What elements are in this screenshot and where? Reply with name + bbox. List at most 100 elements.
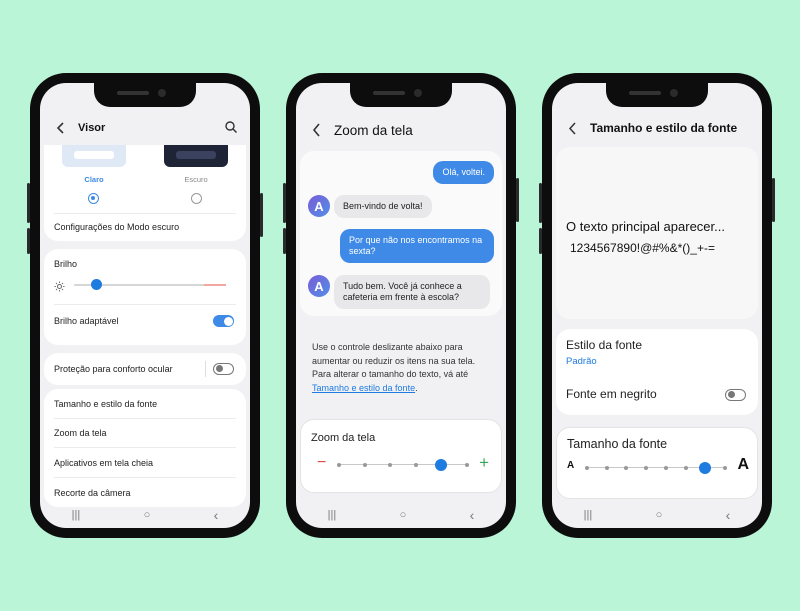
screen: Tamanho e estilo da fonte O texto princi… (552, 83, 762, 528)
back-arrow-icon[interactable] (52, 119, 70, 137)
adaptive-brightness-item[interactable]: Brilho adaptável (54, 311, 236, 331)
eye-comfort-card: Proteção para conforto ocular (44, 353, 246, 385)
eye-comfort-toggle[interactable] (213, 363, 234, 375)
back-icon[interactable]: ‹ (214, 507, 219, 523)
slider-step-dot (604, 465, 609, 470)
slider-step-dot (585, 465, 589, 470)
slider-step-dot (413, 462, 418, 467)
adaptive-brightness-toggle[interactable] (213, 315, 234, 327)
slider-step-dot (337, 462, 341, 467)
power-button (260, 193, 263, 237)
bold-font-toggle[interactable] (725, 389, 746, 401)
chat-bubble-outgoing: Por que não nos encontramos na sexta? (340, 229, 494, 263)
volume-button (283, 183, 286, 223)
back-arrow-icon[interactable] (564, 119, 582, 137)
page-title: Visor (78, 122, 106, 134)
screen: Zoom da tela Olá, voltei. A Bem-vindo de… (296, 83, 506, 528)
dark-mode-settings-item[interactable]: Configurações do Modo escuro (54, 217, 236, 237)
chat-bubble-incoming: Bem-vindo de volta! (334, 195, 432, 218)
avatar: A (308, 275, 330, 297)
zoom-slider[interactable] (337, 458, 469, 471)
slider-step-dot (624, 465, 629, 470)
eye-comfort-item[interactable]: Proteção para conforto ocular (54, 359, 236, 379)
power-button (516, 178, 519, 222)
menu-item-camera-cutout[interactable]: Recorte da câmera (54, 483, 236, 503)
slider-step-dot (388, 462, 393, 467)
slider-step-dot (683, 465, 688, 470)
font-style-value: Padrão (566, 355, 597, 367)
text-preview-card: O texto principal aparecer... 1234567890… (556, 147, 758, 319)
navigation-bar: ||| ○ ‹ (552, 502, 762, 528)
font-size-small-a[interactable]: A (567, 460, 574, 471)
zoom-in-button[interactable]: + (479, 454, 489, 471)
slider-knob[interactable] (699, 461, 712, 474)
slider-step-dot (723, 465, 727, 470)
chat-bubble-incoming: Tudo bem. Você já conhece a cafeteria em… (334, 275, 490, 309)
recents-icon[interactable]: ||| (328, 509, 337, 521)
menu-item-full-screen-apps[interactable]: Aplicativos em tela cheia (54, 453, 236, 473)
description-end: . (415, 382, 418, 393)
preview-text-line-1: O texto principal aparecer... (566, 219, 725, 234)
zoom-slider-card: Zoom da tela − + (300, 419, 502, 493)
light-theme-preview[interactable] (62, 145, 126, 167)
menu-item-screen-zoom[interactable]: Zoom da tela (54, 423, 236, 443)
dark-theme-preview[interactable] (164, 145, 228, 167)
volume-button (539, 228, 542, 254)
power-button (772, 178, 775, 222)
screen: Visor Claro Escuro Configurações do Modo… (40, 83, 250, 528)
description: Use o controle deslizante abaixo para au… (312, 341, 492, 395)
header: Visor (40, 111, 250, 145)
page-title: Tamanho e estilo da fonte (590, 121, 738, 135)
font-size-slider[interactable] (585, 461, 727, 474)
recents-icon[interactable]: ||| (584, 509, 593, 521)
zoom-slider-label: Zoom da tela (311, 432, 376, 444)
brightness-track-end (204, 284, 226, 286)
slider-step-dot (362, 462, 367, 467)
slider-step-dot (663, 465, 668, 470)
font-style-card: Estilo da fonte Padrão Fonte em negrito (556, 329, 758, 415)
font-size-label: Tamanho da fonte (567, 437, 668, 451)
theme-dark-radio[interactable] (191, 193, 202, 204)
navigation-bar: ||| ○ ‹ (296, 502, 506, 528)
font-size-card: Tamanho da fonte A A (556, 427, 758, 499)
brightness-card: Brilho Brilho adaptável (44, 249, 246, 345)
page-title: Zoom da tela (334, 122, 413, 138)
header: Zoom da tela (296, 113, 506, 147)
notch (350, 83, 452, 107)
recents-icon[interactable]: ||| (72, 509, 81, 521)
menu-item-font-size-style[interactable]: Tamanho e estilo da fonte (54, 394, 236, 414)
theme-card: Claro Escuro Configurações do Modo escur… (44, 145, 246, 241)
theme-dark-label: Escuro (184, 175, 208, 184)
font-style-item[interactable]: Estilo da fonte (566, 337, 748, 353)
preview-text-line-2: 1234567890!@#%&*()_+-= (570, 241, 715, 255)
back-icon[interactable]: ‹ (726, 507, 731, 523)
theme-light-label: Claro (84, 175, 104, 184)
avatar: A (308, 195, 330, 217)
phone-display-settings: Visor Claro Escuro Configurações do Modo… (27, 73, 263, 538)
menu-card: Tamanho e estilo da fonte Zoom da tela A… (44, 389, 246, 507)
slider-knob[interactable] (435, 458, 448, 471)
brightness-slider-knob[interactable] (91, 279, 103, 290)
header: Tamanho e estilo da fonte (552, 111, 762, 145)
volume-button (27, 228, 30, 254)
brightness-sun-icon (54, 279, 65, 292)
zoom-out-button[interactable]: − (317, 455, 326, 471)
back-arrow-icon[interactable] (308, 121, 326, 139)
home-icon[interactable]: ○ (144, 509, 151, 521)
bold-font-item[interactable]: Fonte em negrito (566, 385, 748, 403)
font-size-style-link[interactable]: Tamanho e estilo da fonte (312, 383, 415, 393)
home-icon[interactable]: ○ (656, 509, 663, 521)
theme-light-radio[interactable] (88, 193, 99, 204)
slider-step-dot (644, 465, 649, 470)
description-text: Use o controle deslizante abaixo para au… (312, 342, 476, 379)
brightness-label: Brilho (54, 259, 78, 269)
phone-screen-zoom: Zoom da tela Olá, voltei. A Bem-vindo de… (283, 73, 519, 538)
home-icon[interactable]: ○ (400, 509, 407, 521)
brightness-slider[interactable] (74, 279, 226, 290)
phone-font-size-style: Tamanho e estilo da fonte O texto princi… (539, 73, 775, 538)
search-icon[interactable] (224, 120, 240, 136)
back-icon[interactable]: ‹ (470, 507, 475, 523)
chat-bubble-outgoing: Olá, voltei. (433, 161, 494, 184)
navigation-bar: ||| ○ ‹ (40, 502, 250, 528)
font-size-large-a[interactable]: A (737, 456, 749, 474)
